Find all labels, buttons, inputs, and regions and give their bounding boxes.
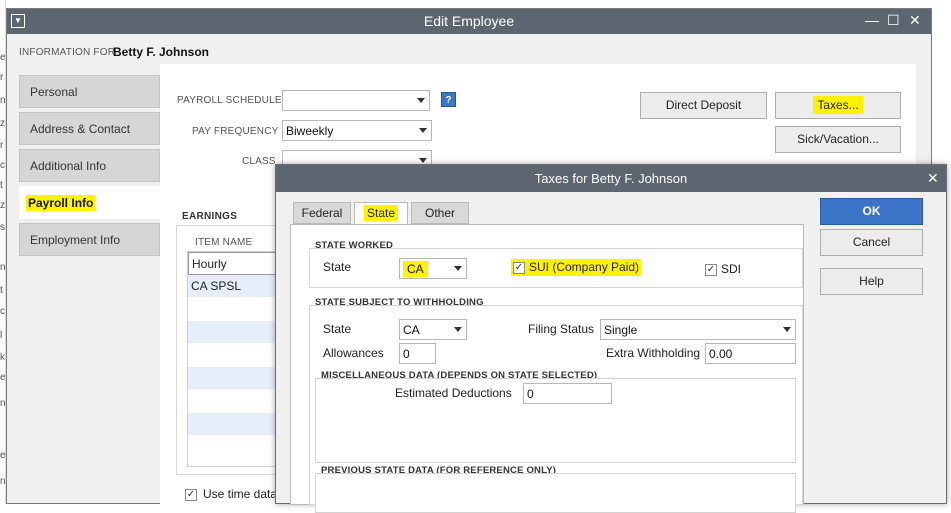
previous-data-box — [315, 473, 796, 513]
taxes-button[interactable]: Taxes... — [775, 92, 901, 119]
pay-frequency-select[interactable]: Biweekly — [282, 120, 432, 141]
taxes-dialog-titlebar: Taxes for Betty F. Johnson ✕ — [276, 165, 946, 192]
withholding-state-value: CA — [403, 323, 420, 337]
sdi-checkbox[interactable]: ✓ — [705, 264, 717, 276]
background-letter: z — [0, 118, 5, 129]
estimated-deductions-label: Estimated Deductions — [395, 386, 512, 400]
background-letter: s — [0, 222, 5, 233]
tab-state-label: State — [363, 205, 399, 221]
background-letter: c — [0, 160, 5, 171]
class-label: CLASS — [242, 156, 276, 167]
chevron-down-icon — [454, 266, 462, 271]
state-worked-select[interactable]: CA — [399, 258, 467, 279]
background-letter: l — [0, 330, 3, 341]
maximize-icon[interactable]: ☐ — [887, 12, 900, 29]
withholding-state-label: State — [323, 322, 352, 336]
state-worked-value: CA — [403, 261, 428, 277]
background-letter: n — [0, 95, 6, 106]
state-tab-panel: STATE WORKED State CA ✓ SUI (Company Pai… — [290, 224, 804, 513]
estimated-deductions-input[interactable]: 0 — [523, 383, 612, 404]
state-worked-label: State — [323, 260, 352, 274]
minimize-icon[interactable]: — — [865, 12, 879, 28]
chevron-down-icon — [783, 327, 791, 332]
chevron-down-icon — [419, 128, 427, 133]
filing-status-value: Single — [604, 323, 638, 337]
help-button[interactable]: Help — [820, 268, 923, 295]
ok-button[interactable]: OK — [820, 198, 923, 225]
tab-personal[interactable]: Personal — [19, 75, 160, 108]
window-title: Edit Employee — [423, 13, 515, 29]
tab-other[interactable]: Other — [411, 202, 469, 224]
background-letter: r — [0, 140, 4, 151]
sui-label: SUI (Company Paid) — [529, 260, 640, 274]
employee-name: Betty F. Johnson — [113, 45, 210, 59]
allowances-label: Allowances — [323, 346, 384, 360]
taxes-button-label: Taxes... — [813, 96, 863, 114]
close-icon[interactable]: ✕ — [909, 12, 921, 29]
sick-vacation-button[interactable]: Sick/Vacation... — [775, 126, 901, 153]
background-letter: e — [0, 450, 6, 461]
use-time-data-label: Use time data — [203, 487, 278, 501]
extra-withholding-label: Extra Withholding — [606, 346, 701, 360]
background-letter: n — [0, 398, 6, 409]
chevron-down-icon — [419, 158, 427, 163]
background-letter: z — [0, 200, 5, 211]
background-letter: c — [0, 306, 5, 317]
tab-employment-info[interactable]: Employment Info — [19, 223, 160, 256]
extra-withholding-input[interactable]: 0.00 — [705, 343, 796, 364]
sui-checkbox[interactable]: ✓ — [513, 262, 525, 274]
withholding-state-select[interactable]: CA — [399, 319, 467, 340]
tab-federal[interactable]: Federal — [293, 202, 351, 224]
pay-frequency-value: Biweekly — [286, 124, 334, 138]
filing-status-label: Filing Status — [528, 322, 595, 336]
edit-employee-titlebar: ▼ Edit Employee — ☐ ✕ — [7, 9, 931, 34]
payroll-schedule-select[interactable] — [282, 90, 430, 111]
pay-frequency-label: PAY FREQUENCY — [192, 126, 279, 137]
use-time-data-checkbox[interactable]: ✓ — [185, 489, 197, 501]
close-icon[interactable]: ✕ — [927, 170, 939, 187]
earnings-header: EARNINGS — [182, 211, 238, 222]
background-letter: e — [0, 52, 6, 63]
help-question-icon[interactable]: ? — [441, 92, 456, 107]
tab-additional-info[interactable]: Additional Info — [19, 149, 160, 182]
allowances-input[interactable]: 0 — [399, 343, 436, 364]
sui-control[interactable]: ✓ SUI (Company Paid) — [511, 259, 641, 276]
tab-payroll-info[interactable]: Payroll Info — [19, 186, 160, 219]
direct-deposit-button[interactable]: Direct Deposit — [640, 92, 767, 119]
background-letter: r — [0, 72, 4, 83]
background-letter: k — [0, 352, 5, 363]
tab-address-contact[interactable]: Address & Contact — [19, 112, 160, 145]
info-for-label: INFORMATION FOR — [19, 47, 116, 58]
chevron-down-icon — [454, 327, 462, 332]
background-letter: e — [0, 372, 6, 383]
background-letter: t — [0, 285, 3, 296]
background-letter: n — [0, 476, 6, 487]
taxes-dialog: Taxes for Betty F. Johnson ✕ Federal Sta… — [275, 164, 947, 513]
chevron-down-icon — [417, 98, 425, 103]
filing-status-select[interactable]: Single — [600, 319, 796, 340]
background-letter: t — [0, 180, 3, 191]
tab-payroll-info-label: Payroll Info — [26, 195, 96, 211]
payroll-schedule-label: PAYROLL SCHEDULE — [177, 95, 282, 106]
sdi-label: SDI — [721, 262, 742, 276]
cancel-button[interactable]: Cancel — [820, 229, 923, 256]
background-letter: n — [0, 262, 6, 273]
dialog-title: Taxes for Betty F. Johnson — [534, 171, 688, 186]
item-name-header: ITEM NAME — [195, 237, 253, 248]
tab-state[interactable]: State — [354, 202, 408, 225]
